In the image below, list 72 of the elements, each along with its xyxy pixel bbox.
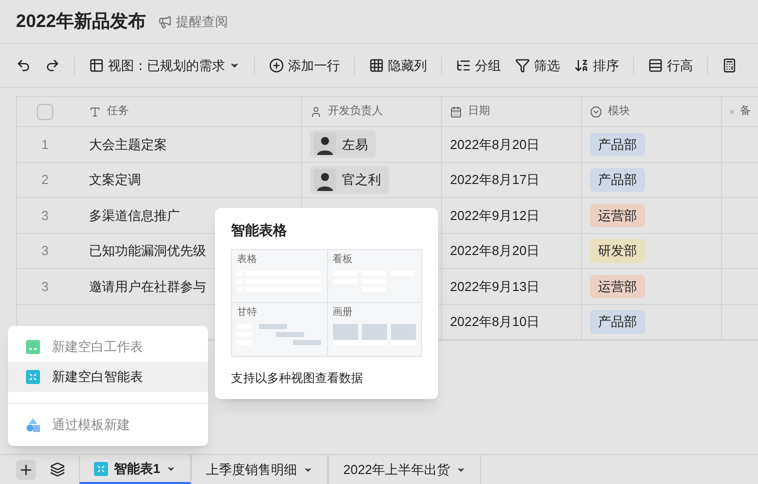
module-tag: 运营部 — [590, 274, 645, 298]
row-number: 3 — [41, 242, 49, 260]
megaphone-icon — [158, 14, 172, 28]
view-label: 画册 — [332, 308, 354, 318]
hide-columns-button[interactable]: 隐藏列 — [365, 52, 431, 80]
table-cell-text: 2022年8月10日 — [450, 313, 540, 331]
table-cell-text: 文案定调 — [89, 171, 141, 189]
sheet-tab[interactable]: 2022年上半年出货 — [328, 455, 482, 484]
module-tag: 研发部 — [590, 239, 645, 262]
smart-table-icon — [94, 462, 108, 476]
table-cell-text: 2022年8月20日 — [450, 136, 540, 154]
add-row-button[interactable]: 添加一行 — [265, 52, 344, 80]
group-icon — [456, 58, 471, 73]
group-button[interactable]: 分组 — [452, 52, 505, 80]
module-tag: 产品部 — [590, 168, 645, 192]
table-cell-text: 多渠道信息推广 — [89, 206, 180, 224]
menu-item[interactable]: 新建空白智能表 — [8, 362, 208, 392]
sort-button[interactable]: 排序 — [570, 52, 623, 80]
sheet-icon — [26, 340, 40, 354]
plus-circle-icon — [269, 58, 284, 73]
row-number: 1 — [41, 136, 49, 154]
filter-button[interactable]: 筛选 — [511, 52, 564, 80]
select-all-checkbox[interactable] — [37, 104, 53, 120]
table-cell-text: 2022年9月12日 — [450, 206, 540, 224]
table-cell-text: 2022年9月13日 — [450, 278, 540, 296]
menu-item[interactable]: 通过模板新建 — [8, 410, 208, 440]
popover-title: 智能表格 — [231, 221, 288, 240]
sort-icon — [574, 58, 589, 73]
smart-table-icon — [26, 370, 40, 384]
table-cell-text: 大会主题定案 — [89, 136, 167, 154]
person-chip: 官之利 — [310, 166, 389, 194]
column-header[interactable]: 模块 — [581, 97, 721, 126]
shapes-icon — [26, 418, 40, 432]
row-number: 3 — [41, 278, 49, 296]
table-cell-text: 2022年8月20日 — [450, 242, 540, 260]
avatar-icon — [314, 133, 336, 156]
person-field-icon — [310, 106, 322, 118]
column-header[interactable]: 任务 — [73, 97, 301, 126]
sheet-tab[interactable]: 上季度销售明细 — [191, 455, 328, 484]
module-tag: 产品部 — [590, 132, 645, 156]
layers-icon[interactable] — [50, 462, 65, 477]
grid-icon — [369, 58, 384, 73]
column-header[interactable]: 日期 — [441, 97, 581, 126]
row-height-icon — [648, 58, 663, 73]
row-number: 2 — [41, 171, 49, 189]
popover-caption: 支持以多种视图查看数据 — [231, 370, 364, 387]
date-field-icon — [450, 106, 462, 118]
table-cell-text: 已知功能漏洞优先级 — [89, 242, 206, 260]
text-field-icon — [89, 106, 101, 118]
view-button[interactable]: 视图：已规划的需求 — [85, 52, 244, 80]
column-header[interactable]: 开发负责人 — [301, 97, 441, 126]
add-sheet-button[interactable] — [16, 460, 36, 480]
view-label: 看板 — [332, 255, 354, 265]
row-number: 3 — [41, 206, 49, 224]
view-label: 表格 — [237, 255, 258, 265]
table-cell-text: 邀请用户在社群参与 — [89, 278, 206, 296]
select-field-icon — [590, 106, 602, 118]
table-cell-text: 2022年8月17日 — [450, 171, 540, 189]
sheet-tab[interactable]: 智能表1 — [79, 455, 192, 484]
person-chip: 左易 — [310, 130, 376, 158]
document-title: 2022年新品发布 — [16, 10, 146, 33]
menu-item[interactable]: 新建空白工作表 — [8, 332, 208, 362]
avatar-icon — [314, 168, 336, 191]
table-icon — [89, 58, 104, 73]
column-header[interactable]: 备 — [721, 97, 758, 126]
module-tag: 运营部 — [590, 204, 645, 227]
row-height-button[interactable]: 行高 — [644, 52, 697, 80]
view-label: 甘特 — [237, 308, 258, 318]
filter-icon — [515, 58, 530, 73]
reminder-button[interactable]: 提醒查阅 — [158, 12, 228, 32]
plus-icon — [18, 462, 34, 478]
module-tag: 产品部 — [590, 310, 645, 334]
